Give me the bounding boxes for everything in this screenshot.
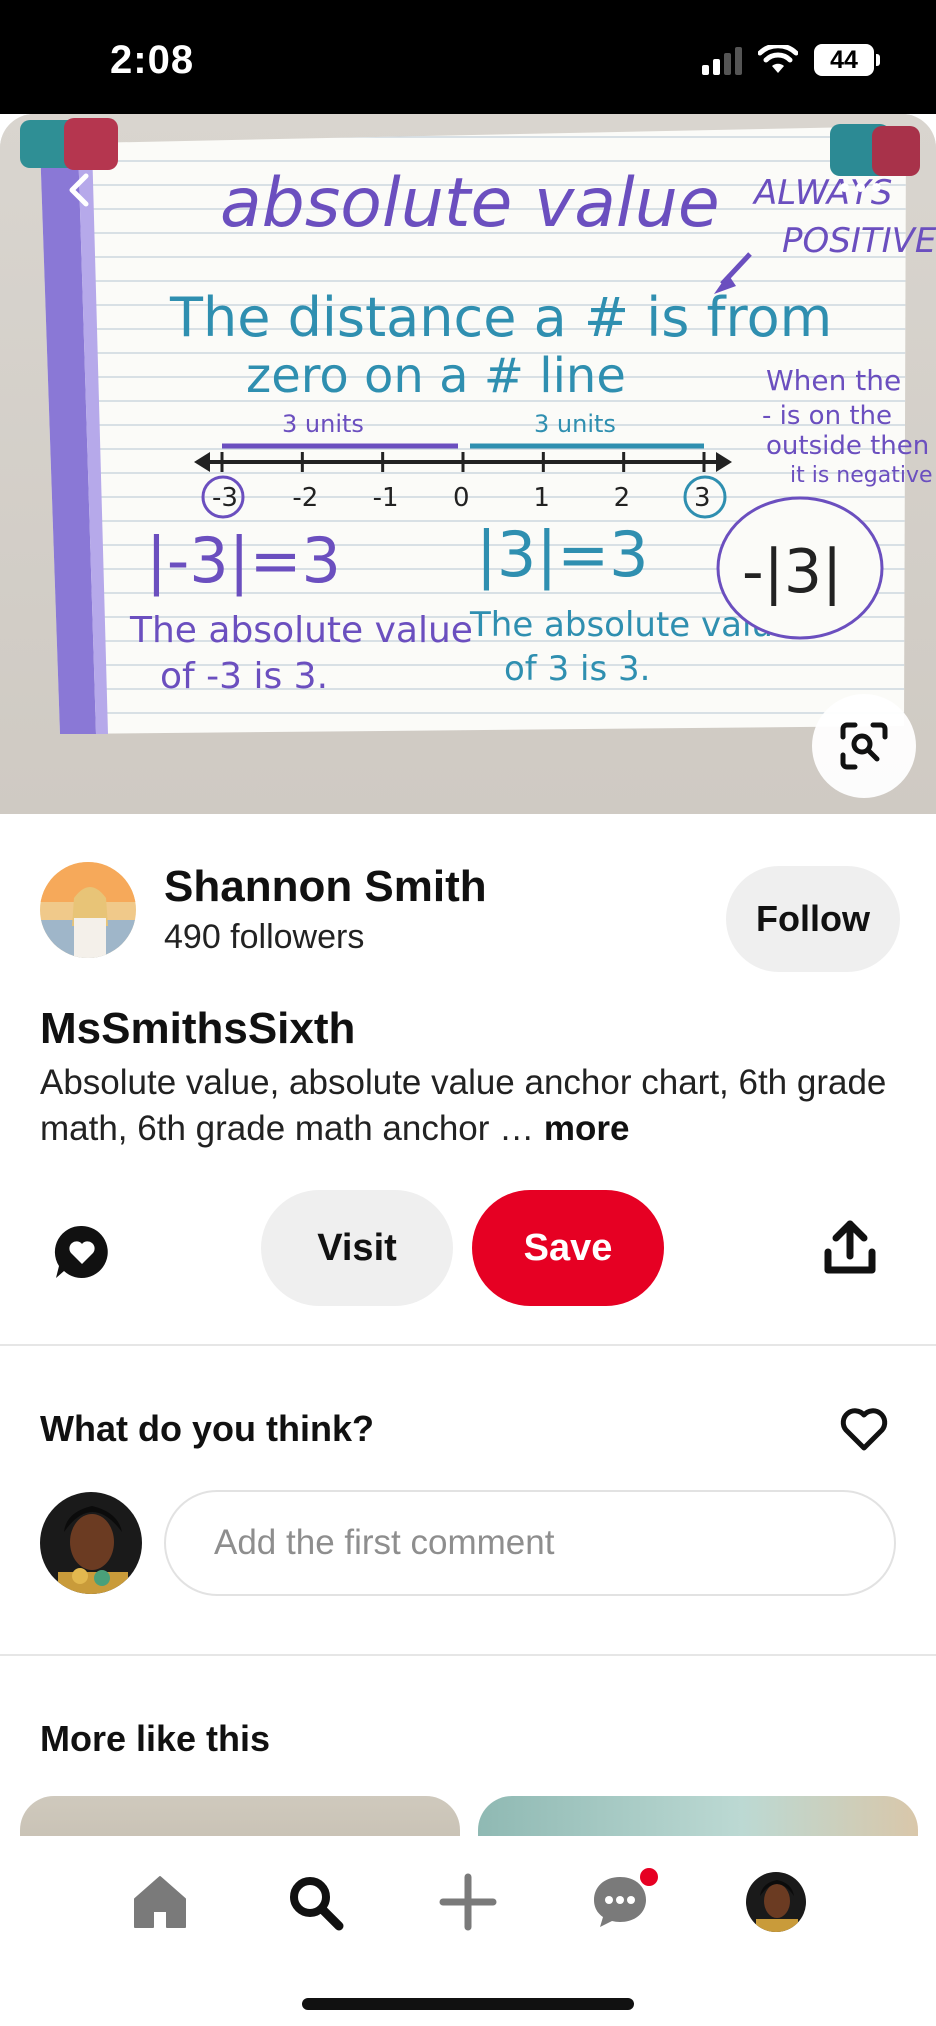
bottom-tab-bar — [0, 1836, 936, 2026]
reaction-heart-bubble-icon[interactable] — [50, 1220, 114, 1284]
visit-button[interactable]: Visit — [261, 1190, 453, 1306]
related-pin[interactable] — [20, 1796, 460, 1836]
pin-image[interactable]: absolute value ALWAYS POSITIVE The dista… — [0, 114, 936, 814]
share-icon[interactable] — [822, 1218, 878, 1278]
example-2-text: |3|=3 — [476, 518, 649, 592]
search-icon — [290, 1877, 344, 1931]
chart-title-text: absolute value — [220, 164, 720, 243]
definition-line-1: The distance a # is from — [169, 286, 832, 349]
tab-messages[interactable] — [580, 1862, 660, 1942]
note-line-4: it is negative — [790, 463, 933, 488]
cellular-signal-icon — [702, 45, 742, 75]
profile-avatar — [746, 1872, 806, 1932]
notification-dot — [640, 1868, 658, 1886]
creator-avatar[interactable] — [40, 862, 136, 958]
home-indicator — [302, 1998, 634, 2010]
number-line-tick-label: -1 — [373, 483, 399, 513]
example-1-caption-2: of -3 is 3. — [160, 656, 328, 697]
divider — [0, 1654, 936, 1656]
example-1-text: |-3|=3 — [146, 524, 341, 598]
visual-search-button[interactable] — [812, 694, 916, 798]
status-time: 2:08 — [110, 38, 195, 82]
lens-search-icon — [840, 722, 888, 770]
creator-name[interactable]: Shannon Smith — [164, 862, 487, 912]
example-1-caption-1: The absolute value — [129, 610, 473, 651]
comment-input[interactable] — [164, 1490, 896, 1596]
user-avatar — [40, 1492, 142, 1594]
number-line-tick-label: 2 — [614, 483, 631, 513]
plus-icon — [439, 1873, 497, 1931]
save-button[interactable]: Save — [472, 1190, 664, 1306]
battery-icon: 44 — [814, 44, 880, 76]
number-line-tick-label: 1 — [533, 483, 550, 513]
related-pin[interactable] — [478, 1796, 918, 1836]
anchor-chart-photo: absolute value ALWAYS POSITIVE The dista… — [0, 114, 936, 814]
number-line-tick-label: -3 — [212, 483, 238, 513]
number-line-tick-label: 0 — [453, 483, 470, 513]
creator-row: Shannon Smith 490 followers Follow — [40, 862, 900, 972]
status-icons: 44 — [702, 44, 880, 76]
action-row: Visit Save — [0, 1190, 936, 1306]
definition-line-2: zero on a # line — [246, 348, 626, 404]
comments-heading: What do you think? — [40, 1408, 374, 1449]
number-line-tick-label: 3 — [694, 483, 711, 513]
always-text-2: POSITIVE — [782, 221, 936, 261]
bubble-text: -|3| — [742, 537, 842, 607]
home-icon — [134, 1876, 186, 1928]
note-line-1: When the — [766, 364, 901, 397]
tab-home[interactable] — [120, 1862, 200, 1942]
more-like-this-heading: More like this — [40, 1718, 271, 1759]
back-button[interactable] — [56, 166, 104, 214]
note-line-3: outside then — [766, 431, 929, 461]
divider — [0, 1344, 936, 1346]
dot-icon — [871, 182, 881, 192]
creator-follower-count: 490 followers — [164, 918, 365, 956]
dot-icon — [855, 182, 865, 192]
status-bar: 2:08 44 — [0, 0, 936, 114]
units-right-text: 3 units — [534, 410, 616, 438]
heart-icon[interactable] — [838, 1404, 890, 1452]
related-pins-grid — [0, 1796, 936, 1836]
pin-description-text: Absolute value, absolute value anchor ch… — [40, 1063, 887, 1148]
note-line-2: - is on the — [762, 401, 892, 431]
wifi-icon — [758, 45, 798, 73]
pin-description: Absolute value, absolute value anchor ch… — [40, 1060, 900, 1152]
units-left-text: 3 units — [282, 410, 364, 438]
tab-search[interactable] — [275, 1862, 355, 1942]
pin-title: MsSmithsSixth — [40, 1004, 356, 1053]
number-line-tick-label: -2 — [292, 483, 318, 513]
tab-profile[interactable] — [736, 1862, 816, 1942]
dot-icon — [839, 182, 849, 192]
more-options-button[interactable] — [828, 172, 892, 202]
tab-create[interactable] — [428, 1862, 508, 1942]
example-2-caption-2: of 3 is 3. — [504, 649, 650, 689]
follow-button[interactable]: Follow — [726, 866, 900, 972]
more-link[interactable]: more — [544, 1109, 630, 1148]
